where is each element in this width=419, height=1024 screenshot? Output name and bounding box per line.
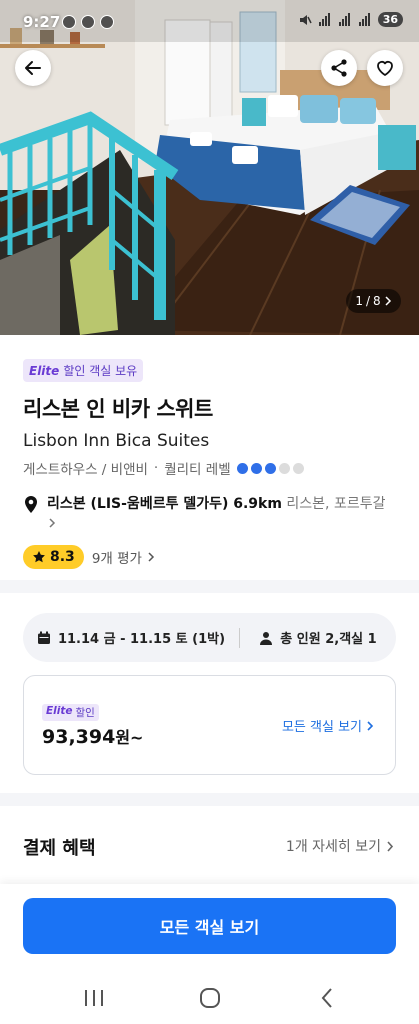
reviews-link[interactable]: 9개 평가	[92, 547, 156, 567]
meta-separator: ·	[153, 460, 159, 476]
star-icon	[33, 551, 45, 563]
calendar-icon	[37, 631, 50, 644]
elite-badge-text: 할인 객실 보유	[63, 364, 138, 378]
back-nav-button[interactable]	[312, 985, 342, 1011]
rating-badge: 8.3	[23, 545, 84, 569]
location-row[interactable]: 리스본 (LIS-움베르투 델가두) 6.9km 리스본, 포르투갈	[23, 494, 396, 536]
location-sub: 리스본, 포르투갈	[286, 496, 386, 512]
location-text: 리스본 (LIS-움베르투 델가두) 6.9km 리스본, 포르투갈	[47, 494, 396, 536]
signal-icon	[358, 12, 372, 27]
property-name-ko: 리스본 인 비카 스위트	[23, 397, 213, 421]
quality-dot	[264, 462, 276, 474]
chevron-right-icon	[385, 296, 391, 306]
property-meta: 게스트하우스 / 비앤비 · 퀄리티 레벨	[23, 458, 396, 478]
guest-selector[interactable]: 총 인원 2,객실 1	[240, 628, 396, 647]
photo-counter-current: 1	[355, 294, 363, 308]
quality-dot	[278, 462, 290, 474]
guest-count: 총 인원 2,객실 1	[280, 632, 377, 647]
location-main: 리스본 (LIS-움베르투 델가두) 6.9km	[47, 496, 282, 512]
home-icon	[200, 988, 220, 1008]
chevron-right-icon	[367, 720, 374, 731]
elite-price-tag: Elite 할인	[42, 704, 99, 721]
notification-icon	[100, 15, 114, 29]
property-name-en: Lisbon Inn Bica Suites	[23, 431, 210, 451]
room-photo	[0, 0, 419, 335]
elite-discount-badge: Elite 할인 객실 보유	[23, 359, 144, 382]
elite-brand: Elite	[46, 705, 73, 717]
quality-dot	[292, 462, 304, 474]
status-bar: 9:27 36	[0, 0, 419, 42]
section-divider	[0, 793, 419, 806]
share-icon	[331, 59, 347, 77]
share-button[interactable]	[321, 50, 357, 86]
price-card[interactable]: Elite 할인 93,394원~ 모든 객실 보기	[23, 675, 396, 775]
recent-apps-icon	[85, 990, 103, 1006]
mute-icon	[299, 14, 312, 25]
rating-score: 8.3	[50, 549, 75, 565]
view-all-rooms-button[interactable]: 모든 객실 보기	[23, 898, 396, 954]
benefits-detail-link[interactable]: 1개 자세히 보기	[286, 836, 395, 856]
property-info: Elite 할인 객실 보유 리스본 인 비카 스위트 Lisbon Inn B…	[0, 335, 419, 580]
bottom-cta-bar: 모든 객실 보기	[0, 884, 419, 972]
home-button[interactable]	[195, 985, 225, 1011]
location-pin-icon	[25, 496, 37, 513]
signal-icon	[338, 12, 352, 27]
quality-dot	[250, 462, 262, 474]
price-tag-text: 할인	[75, 707, 95, 719]
quality-label: 퀄리티 레벨	[164, 462, 231, 478]
arrow-left-icon	[25, 61, 41, 75]
property-category: 게스트하우스 / 비앤비	[23, 462, 148, 478]
notification-icon	[62, 15, 76, 29]
chevron-left-icon	[321, 988, 332, 1008]
price: 93,394원~	[42, 724, 143, 748]
payment-benefits-section: 결제 혜택 1개 자세히 보기	[0, 806, 419, 880]
view-all-rooms-link[interactable]: 모든 객실 보기	[282, 716, 375, 735]
date-selector[interactable]: 11.14 금 - 11.15 토 (1박)	[23, 628, 239, 647]
notification-icons	[62, 15, 114, 29]
elite-brand: Elite	[29, 363, 60, 378]
section-divider	[0, 580, 419, 593]
search-conditions: 11.14 금 - 11.15 토 (1박) 총 인원 2,객실 1	[23, 613, 396, 662]
wishlist-button[interactable]	[367, 50, 403, 86]
back-button[interactable]	[15, 50, 51, 86]
view-all-rooms-label: 모든 객실 보기	[281, 720, 362, 735]
chevron-right-icon	[148, 552, 155, 562]
benefits-title: 결제 혜택	[23, 838, 96, 859]
review-count: 9개 평가	[91, 551, 142, 567]
chevron-right-icon	[49, 518, 56, 528]
photo-counter-separator: /	[365, 294, 371, 308]
chevron-right-icon	[387, 840, 394, 852]
photo-counter-total: 8	[373, 294, 381, 308]
price-value: 93,394	[42, 726, 116, 748]
price-suffix: 원~	[115, 728, 144, 747]
status-right: 36	[298, 12, 403, 27]
notification-icon	[81, 15, 95, 29]
signal-icon	[318, 12, 332, 27]
battery-icon: 36	[377, 12, 403, 27]
rating-row: 8.3 9개 평가	[23, 545, 396, 569]
recent-apps-button[interactable]	[79, 985, 109, 1011]
date-range: 11.14 금 - 11.15 토 (1박)	[57, 632, 226, 647]
quality-dot	[236, 462, 248, 474]
heart-icon	[377, 60, 393, 76]
hero-photo[interactable]: 9:27 36 1 / 8	[0, 0, 419, 335]
status-time: 9:27	[23, 13, 61, 31]
cta-label: 모든 객실 보기	[159, 918, 260, 937]
person-icon	[260, 631, 273, 645]
booking-section: 11.14 금 - 11.15 토 (1박) 총 인원 2,객실 1 Elite…	[0, 593, 419, 793]
photo-counter[interactable]: 1 / 8	[346, 289, 401, 313]
quality-level-dots	[236, 462, 304, 474]
system-nav-bar	[0, 972, 419, 1024]
benefits-more-label: 1개 자세히 보기	[285, 839, 381, 855]
